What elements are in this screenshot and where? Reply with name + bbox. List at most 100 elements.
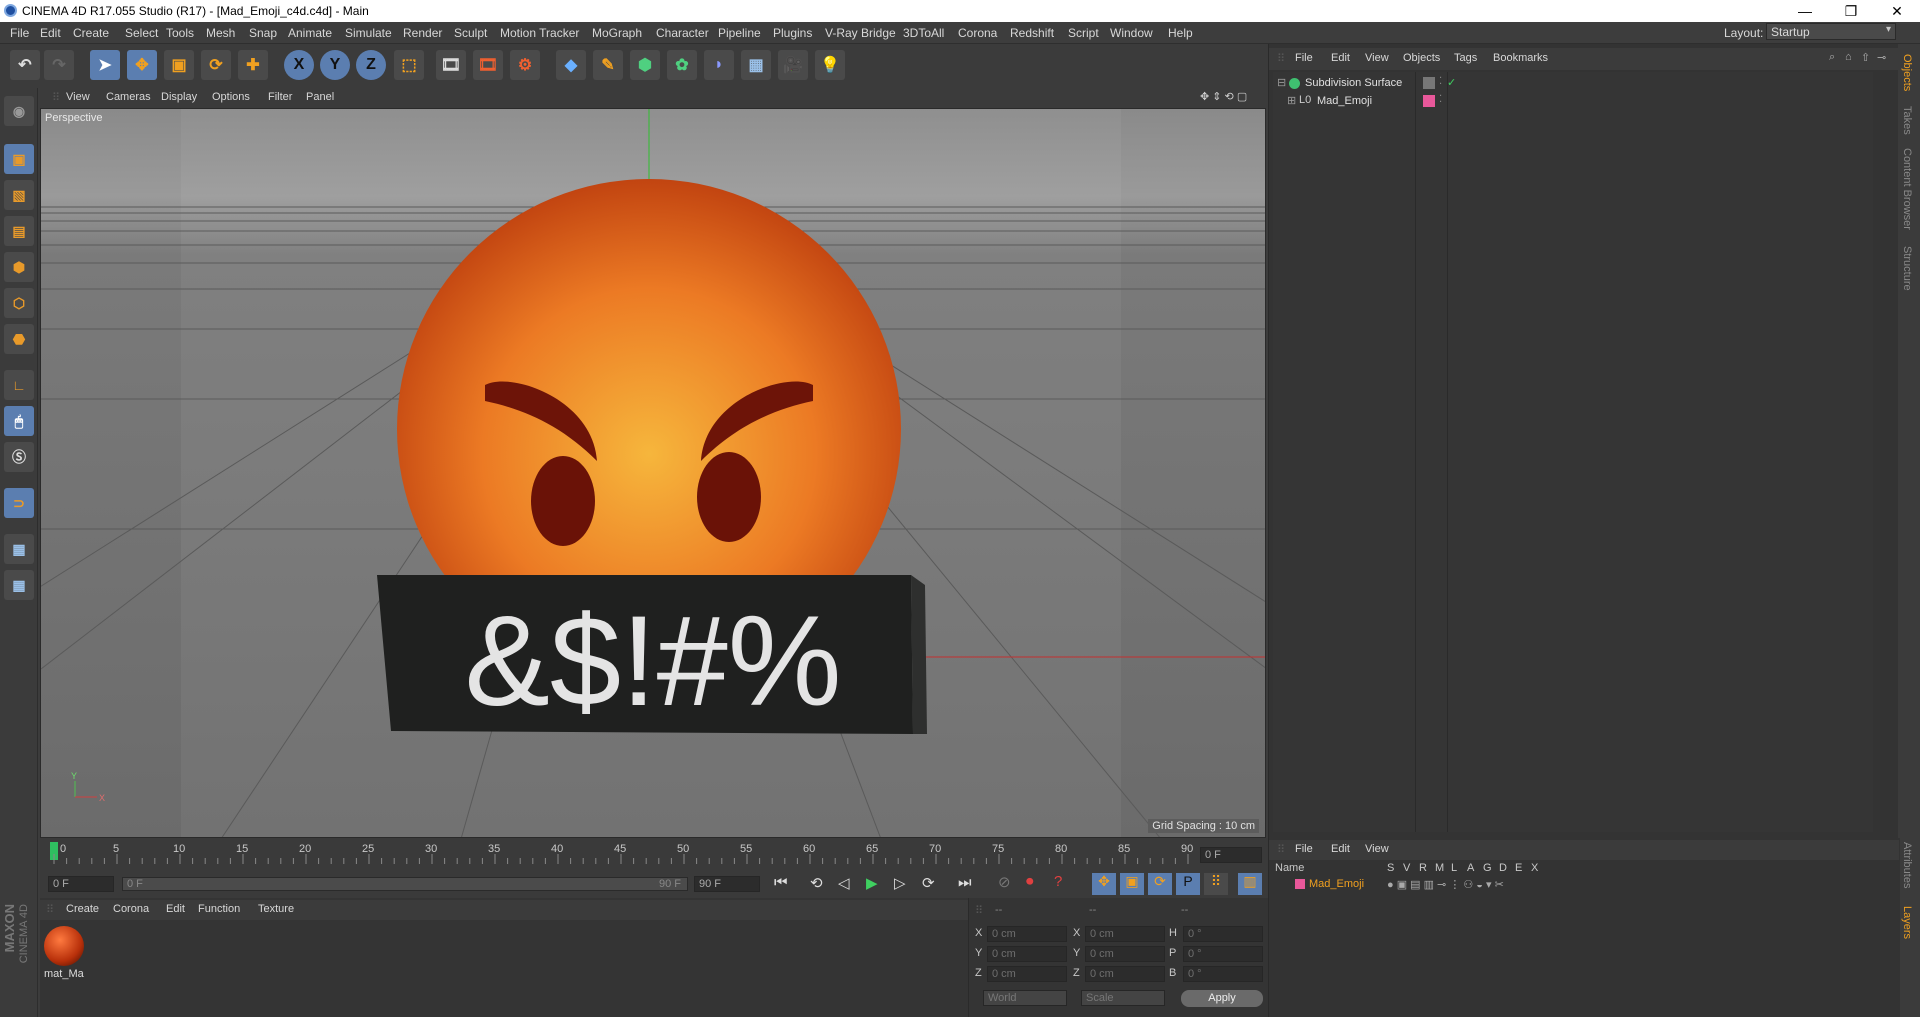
camera-icon[interactable]: 🎥 [778, 50, 808, 80]
column-m[interactable]: M [1435, 862, 1444, 874]
up-arrow-icon[interactable]: ⇧ [1861, 51, 1870, 64]
collapse-icon[interactable]: ⊟ [1277, 76, 1286, 89]
layer-menu-view[interactable]: View [1365, 843, 1389, 855]
close-button[interactable]: ✕ [1874, 0, 1920, 22]
workplane-icon[interactable]: ▤ [4, 216, 34, 246]
key-scale-icon[interactable]: ▣ [1120, 873, 1144, 895]
layout-dropdown[interactable]: Startup ▾ [1766, 23, 1896, 40]
rotation-h-field[interactable]: 0 ° [1183, 926, 1263, 942]
column-d[interactable]: D [1499, 862, 1507, 874]
menu-tools[interactable]: Tools [166, 26, 194, 40]
search-icon[interactable]: ⌕ [1829, 51, 1835, 64]
mat-menu-function[interactable]: Function [198, 903, 240, 915]
object-row[interactable]: ⊟ Subdivision Surface ⁚ ✓ [1273, 76, 1873, 92]
render-picture-viewer-icon[interactable]: 🎞 [473, 50, 503, 80]
object-row[interactable]: ⊞ L0 Mad_Emoji ⁚ [1273, 94, 1873, 110]
3d-viewport[interactable]: &$!#% Y X Perspective Grid Spacing : 10 … [40, 108, 1266, 838]
column-r[interactable]: R [1419, 862, 1427, 874]
viewport-menu-display[interactable]: Display [161, 91, 197, 103]
previous-frame-icon[interactable]: ◁ [838, 874, 850, 892]
column-divider[interactable] [1447, 72, 1448, 832]
column-name[interactable]: Name [1275, 862, 1304, 874]
tab-takes[interactable]: Takes [1901, 106, 1913, 135]
viewport-navigation-icons[interactable]: ✥ ⇕ ⟲ ▢ [1200, 90, 1247, 103]
workplane-lock-icon[interactable]: ▦ [4, 534, 34, 564]
menu-plugins[interactable]: Plugins [773, 26, 812, 40]
menu-mograph[interactable]: MoGraph [592, 26, 642, 40]
edges-mode-icon[interactable]: ⬡ [4, 288, 34, 318]
home-icon[interactable]: ⌂ [1845, 51, 1852, 63]
tab-attributes[interactable]: Attributes [1901, 842, 1913, 888]
current-frame-field[interactable]: 0 F [1200, 847, 1262, 863]
viewport-menu-panel[interactable]: Panel [306, 91, 334, 103]
key-position-icon[interactable]: ✥ [1092, 873, 1116, 895]
minimize-button[interactable]: — [1782, 0, 1828, 22]
rotation-b-field[interactable]: 0 ° [1183, 966, 1263, 982]
rotation-p-field[interactable]: 0 ° [1183, 946, 1263, 962]
restore-button[interactable]: ❐ [1828, 0, 1874, 22]
mat-menu-corona[interactable]: Corona [113, 903, 149, 915]
menu-simulate[interactable]: Simulate [345, 26, 392, 40]
key-rotation-icon[interactable]: ⟳ [1148, 873, 1172, 895]
menu-edit[interactable]: Edit [40, 26, 61, 40]
range-slider[interactable]: 0 F 90 F [122, 877, 688, 891]
menu-redshift[interactable]: Redshift [1010, 26, 1054, 40]
menu-create[interactable]: Create [73, 26, 109, 40]
subdivision-surface-icon[interactable]: ⬢ [630, 50, 660, 80]
next-frame-icon[interactable]: ▷ [894, 874, 906, 892]
render-settings-icon[interactable]: ⚙ [510, 50, 540, 80]
position-x-field[interactable]: 0 cm [987, 926, 1067, 942]
menu-snap[interactable]: Snap [249, 26, 277, 40]
menu-help[interactable]: Help [1168, 26, 1193, 40]
axis-mode-icon[interactable]: ∟ [4, 370, 34, 400]
mat-menu-create[interactable]: Create [66, 903, 99, 915]
redo-icon[interactable]: ↷ [44, 50, 74, 80]
viewport-menu-options[interactable]: Options [212, 91, 250, 103]
expand-icon[interactable]: ⊞ [1287, 94, 1296, 107]
menu-vray-bridge[interactable]: V-Ray Bridge [825, 26, 896, 40]
menu-pipeline[interactable]: Pipeline [718, 26, 761, 40]
snap-magnet-icon[interactable]: ⊃ [4, 488, 34, 518]
enabled-check-icon[interactable]: ✓ [1447, 76, 1456, 89]
select-pointer-icon[interactable]: ➤ [90, 50, 120, 80]
x-axis-toggle[interactable]: X [284, 50, 314, 80]
menu-select[interactable]: Select [125, 26, 158, 40]
polygons-mode-icon[interactable]: ⬣ [4, 324, 34, 354]
undo-icon[interactable]: ↶ [10, 50, 40, 80]
layer-color-swatch[interactable] [1295, 879, 1305, 889]
menu-3dtoall[interactable]: 3DToAll [903, 26, 944, 40]
obj-menu-tags[interactable]: Tags [1454, 52, 1477, 64]
layer-flag-icons[interactable]: ● ▣ ▤ ▥ ⊸ ⋮ ⚇ ◒ ▾ ✂ [1387, 878, 1504, 891]
end-frame-field[interactable]: 90 F [694, 876, 760, 892]
layer-menu-file[interactable]: File [1295, 843, 1313, 855]
size-x-field[interactable]: 0 cm [1085, 926, 1165, 942]
menu-corona[interactable]: Corona [958, 26, 997, 40]
column-a[interactable]: A [1467, 862, 1474, 874]
auto-key-icon[interactable]: ? [1054, 873, 1062, 890]
model-mode-icon[interactable]: ▣ [4, 144, 34, 174]
coordinate-system-icon[interactable]: ⬚ [394, 50, 424, 80]
tab-structure[interactable]: Structure [1901, 246, 1913, 291]
y-axis-toggle[interactable]: Y [320, 50, 350, 80]
points-mode-icon[interactable]: ⬢ [4, 252, 34, 282]
play-icon[interactable]: ▶ [866, 874, 878, 892]
obj-menu-objects[interactable]: Objects [1403, 52, 1440, 64]
material-swatch[interactable]: mat_Ma [42, 926, 86, 984]
menu-motion-tracker[interactable]: Motion Tracker [500, 26, 579, 40]
size-z-field[interactable]: 0 cm [1085, 966, 1165, 982]
planar-workplane-icon[interactable]: ▦ [4, 570, 34, 600]
position-z-field[interactable]: 0 cm [987, 966, 1067, 982]
layer-tag-icon[interactable] [1423, 77, 1435, 89]
next-key-icon[interactable]: ⟳ [922, 874, 935, 892]
light-icon[interactable]: 💡 [815, 50, 845, 80]
position-y-field[interactable]: 0 cm [987, 946, 1067, 962]
column-v[interactable]: V [1403, 862, 1410, 874]
viewport-menu-view[interactable]: View [66, 91, 90, 103]
column-divider[interactable] [1415, 72, 1416, 832]
menu-script[interactable]: Script [1068, 26, 1099, 40]
obj-menu-bookmarks[interactable]: Bookmarks [1493, 52, 1548, 64]
timeline[interactable]: 0 5 10 15 20 25 30 35 40 45 50 55 60 65 … [40, 838, 1268, 872]
z-axis-toggle[interactable]: Z [356, 50, 386, 80]
viewport-menu-cameras[interactable]: Cameras [106, 91, 151, 103]
visibility-dots-icon[interactable]: ⁚ [1439, 94, 1442, 105]
